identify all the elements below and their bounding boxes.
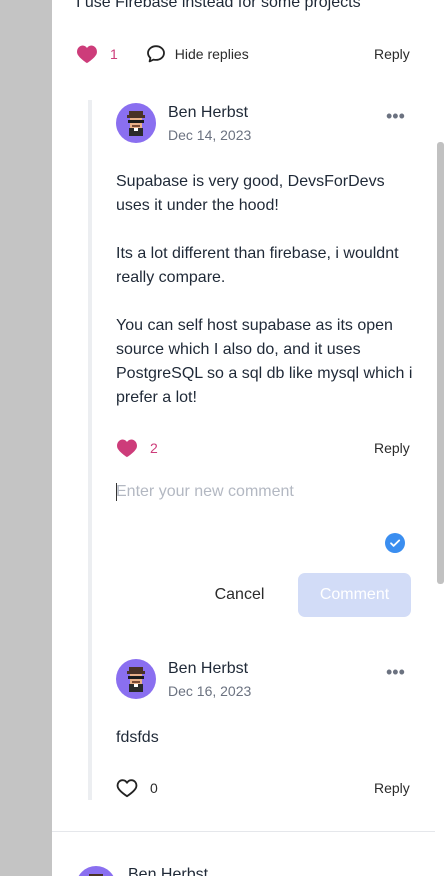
more-horizontal-icon[interactable]: •••	[386, 663, 405, 681]
comment-input[interactable]	[116, 480, 406, 504]
reply-actions: 0	[116, 776, 158, 800]
more-horizontal-icon[interactable]: •••	[386, 107, 405, 125]
hide-replies-label: Hide replies	[174, 46, 249, 62]
checkmark-icon[interactable]	[385, 533, 405, 553]
comment-body: fdsfds	[116, 726, 416, 750]
avatar[interactable]	[116, 103, 156, 143]
scrollbar-thumb[interactable]	[437, 142, 444, 584]
thread-line	[88, 100, 92, 800]
reply-button[interactable]: Reply	[374, 780, 410, 796]
reply-button[interactable]: Reply	[374, 46, 410, 62]
pixel-avatar-icon	[127, 111, 145, 136]
comment-paragraph: Its a lot different than firebase, i wou…	[116, 245, 399, 286]
parent-comment-actions: 1 Hide replies	[76, 42, 249, 66]
parent-comment-text: I use Firebase instead for some projects	[76, 0, 361, 11]
cancel-button[interactable]: Cancel	[202, 574, 277, 616]
hide-replies-button[interactable]: Hide replies	[146, 44, 249, 64]
like-count: 0	[150, 780, 158, 796]
reply-button[interactable]: Reply	[374, 440, 410, 456]
like-button[interactable]: 2	[116, 438, 158, 458]
chat-bubble-icon	[146, 45, 165, 63]
pixel-avatar-icon	[89, 874, 103, 876]
comment-divider	[52, 831, 435, 832]
author-name[interactable]: Ben Herbst	[128, 866, 208, 876]
heart-outline-icon	[116, 779, 138, 798]
comment-paragraph: You can self host supabase as its open s…	[116, 317, 413, 406]
submit-comment-button[interactable]: Comment	[298, 573, 411, 617]
heart-filled-icon	[117, 439, 137, 458]
comment-date: Dec 16, 2023	[168, 683, 252, 699]
heart-filled-icon	[77, 45, 97, 64]
comment-paragraph: fdsfds	[116, 729, 159, 746]
comment-paragraph: Supabase is very good, DevsForDevs uses …	[116, 173, 385, 214]
pixel-avatar-icon	[127, 667, 145, 692]
author-name[interactable]: Ben Herbst	[168, 104, 248, 122]
comments-panel: I use Firebase instead for some projects…	[52, 0, 435, 876]
like-button[interactable]: 1	[76, 44, 118, 64]
avatar[interactable]	[116, 659, 156, 699]
text-caret	[116, 483, 117, 501]
like-count: 1	[110, 46, 118, 62]
reply-actions: 2	[116, 436, 158, 460]
like-count: 2	[150, 440, 158, 456]
like-button[interactable]: 0	[116, 778, 158, 798]
author-name[interactable]: Ben Herbst	[168, 660, 248, 678]
comment-date: Dec 14, 2023	[168, 127, 252, 143]
comment-body: Supabase is very good, DevsForDevs uses …	[116, 170, 416, 410]
avatar[interactable]	[76, 866, 116, 876]
